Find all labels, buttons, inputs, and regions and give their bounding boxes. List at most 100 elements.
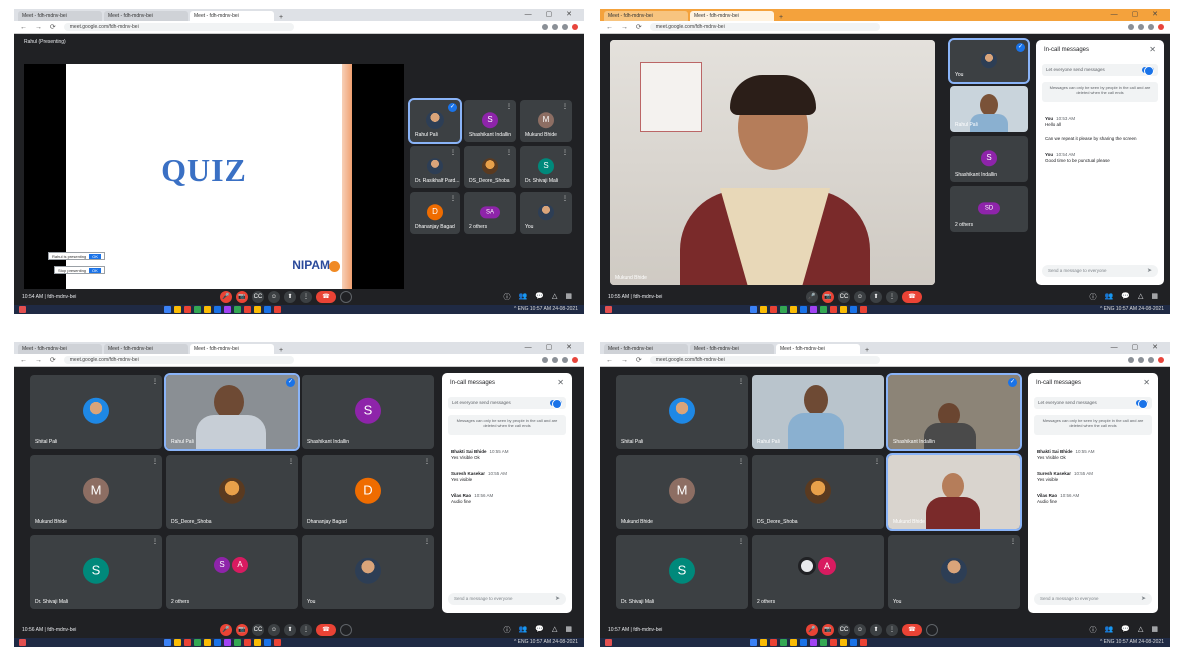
grid-icon[interactable]: ▦ — [565, 292, 572, 302]
chat-icon[interactable]: 💬 — [535, 625, 544, 635]
grid-icon[interactable]: ▦ — [1151, 292, 1158, 302]
browser-tab[interactable]: Meet - fdh-mdnv-bei — [690, 344, 774, 354]
emoji-button[interactable]: ☺ — [268, 624, 280, 636]
browser-tab[interactable]: Meet - fdh-mdnv-bei — [604, 344, 688, 354]
more-icon[interactable]: ⋮ — [562, 149, 568, 156]
mic-button[interactable]: 🎤 — [806, 291, 818, 303]
participant-tile[interactable]: M ⋮ Mukund Bhide — [616, 455, 748, 529]
new-tab-button[interactable]: + — [276, 14, 286, 21]
participant-tile[interactable]: SD 2 others — [950, 186, 1028, 232]
emoji-button[interactable]: ☺ — [854, 291, 866, 303]
pin-icon[interactable]: ✓ — [1016, 43, 1025, 52]
browser-tab-active[interactable]: Meet - fdh-mdnv-bei — [690, 11, 774, 21]
captions-button[interactable]: CC — [252, 291, 264, 303]
allow-messages-toggle[interactable] — [550, 399, 562, 409]
more-icon[interactable]: ⋮ — [506, 149, 512, 156]
browser-tab[interactable]: Meet - fdh-mdnv-bei — [18, 344, 102, 354]
allow-messages-toggle[interactable] — [1136, 399, 1148, 409]
chat-icon[interactable]: 💬 — [1121, 292, 1130, 302]
participant-tile[interactable]: ⋮ You — [888, 535, 1020, 609]
send-icon[interactable]: ➤ — [1147, 267, 1152, 274]
activities-icon[interactable]: △ — [1138, 292, 1143, 302]
end-call-button[interactable]: ☎ — [902, 291, 922, 303]
participant-tile[interactable]: S ⋮ Dr. Shivaji Mali — [616, 535, 748, 609]
pin-icon[interactable]: ✓ — [1008, 378, 1017, 387]
more-icon[interactable]: ⋮ — [152, 458, 158, 465]
participant-tile[interactable]: S ⋮ Dr. Shivaji Mali — [520, 146, 572, 188]
more-icon[interactable]: ⋮ — [562, 195, 568, 202]
url-field[interactable]: meet.google.com/fdh-mdnv-bei — [63, 23, 294, 31]
participant-tile[interactable]: S Shashikant Indallin — [950, 136, 1028, 182]
present-button[interactable]: ⬆ — [284, 624, 296, 636]
info-icon[interactable]: ⓘ — [504, 625, 511, 635]
participant-tile[interactable]: D ⋮ Dhananjay Bagad — [302, 455, 434, 529]
people-icon[interactable]: 👥 — [1105, 292, 1114, 302]
mic-button[interactable]: 🎤 — [220, 624, 232, 636]
participant-tile[interactable]: ⋮ DS_Deore_Shoba — [752, 455, 884, 529]
nav-buttons[interactable]: ← → ⟳ — [606, 23, 645, 31]
more-icon[interactable]: ⋮ — [450, 195, 456, 202]
participant-tile[interactable]: ⋮ Shital Pali — [616, 375, 748, 449]
mic-button[interactable]: 🎤 — [220, 291, 232, 303]
present-button[interactable]: ⬆ — [870, 624, 882, 636]
participant-tile[interactable]: Mukund Bhide — [886, 453, 1022, 531]
participant-tile[interactable]: Rahul Pali — [950, 86, 1028, 132]
participant-tile[interactable]: ✓ Rahul Pali — [408, 98, 462, 144]
activities-icon[interactable]: △ — [552, 292, 557, 302]
popup-button[interactable]: OK — [89, 253, 102, 259]
participant-tile[interactable]: S ⋮ Dr. Shivaji Mali — [30, 535, 162, 609]
more-icon[interactable]: ⋮ — [152, 538, 158, 545]
close-icon[interactable]: ✕ — [1143, 378, 1150, 387]
more-icon[interactable]: ⋮ — [288, 458, 294, 465]
participant-tile[interactable]: D ⋮ Dhananjay Bagad — [410, 192, 460, 234]
more-options-button[interactable]: ⋮ — [300, 624, 312, 636]
participant-tile[interactable]: S Shashikant Indallin — [302, 375, 434, 449]
grid-icon[interactable]: ▦ — [565, 625, 572, 635]
pin-icon[interactable]: ✓ — [448, 103, 457, 112]
participant-tile[interactable]: ⋮ Shital Pali — [30, 375, 162, 449]
browser-tab[interactable]: Meet - fdh-mdnv-bei — [104, 11, 188, 21]
chat-input[interactable]: Send a message to everyone ➤ — [448, 593, 566, 605]
info-icon[interactable]: ⓘ — [1090, 625, 1097, 635]
participant-tile[interactable]: ✓ You — [948, 38, 1030, 84]
start-icon[interactable] — [605, 639, 612, 646]
more-icon[interactable]: ⋮ — [424, 458, 430, 465]
more-options-button[interactable]: ⋮ — [886, 624, 898, 636]
url-field[interactable]: meet.google.com/fdh-mdnv-bei — [63, 356, 294, 364]
end-call-button[interactable]: ☎ — [316, 624, 336, 636]
browser-tab-active[interactable]: Meet - fdh-mdnv-bei — [190, 344, 274, 354]
nav-buttons[interactable]: ← → ⟳ — [20, 23, 59, 31]
browser-tab[interactable]: Meet - fdh-mdnv-bei — [18, 11, 102, 21]
nav-buttons[interactable]: ← → ⟳ — [20, 356, 59, 364]
participant-tile[interactable]: ⋮ Dr. Rasikhalf Pard... — [410, 146, 460, 188]
captions-button[interactable]: CC — [838, 291, 850, 303]
window-controls[interactable]: — ▢ ✕ — [525, 10, 578, 18]
captions-button[interactable]: CC — [838, 624, 850, 636]
more-icon[interactable]: ⋮ — [424, 538, 430, 545]
camera-button[interactable]: 📷 — [236, 291, 248, 303]
browser-tab-active[interactable]: Meet - fdh-mdnv-bei — [190, 11, 274, 21]
participant-tile[interactable]: ⋮ You — [302, 535, 434, 609]
browser-tab-active[interactable]: Meet - fdh-mdnv-bei — [776, 344, 860, 354]
window-controls[interactable]: — ▢ ✕ — [525, 343, 578, 351]
participant-tile[interactable]: S ⋮ Shashikant Indallin — [464, 100, 516, 142]
url-field[interactable]: meet.google.com/fdh-mdnv-bei — [649, 23, 880, 31]
camera-button[interactable]: 📷 — [236, 624, 248, 636]
activities-icon[interactable]: △ — [1138, 625, 1143, 635]
present-button[interactable]: ⬆ — [284, 291, 296, 303]
emoji-button[interactable]: ☺ — [854, 624, 866, 636]
participant-tile[interactable]: S A 2 others — [166, 535, 298, 609]
present-button[interactable]: ⬆ — [870, 291, 882, 303]
new-tab-button[interactable]: + — [862, 347, 872, 354]
end-call-button[interactable]: ☎ — [316, 291, 336, 303]
people-icon[interactable]: 👥 — [519, 625, 528, 635]
participant-tile[interactable]: Rahul Pali — [752, 375, 884, 449]
info-icon[interactable]: ⓘ — [1090, 292, 1097, 302]
more-icon[interactable]: ⋮ — [738, 538, 744, 545]
chat-input[interactable]: Send a message to everyone ➤ — [1042, 265, 1158, 277]
more-icon[interactable]: ⋮ — [562, 103, 568, 110]
info-icon[interactable]: ⓘ — [504, 292, 511, 302]
start-icon[interactable] — [19, 306, 26, 313]
participant-tile[interactable]: ✓ Rahul Pali — [164, 373, 300, 451]
new-tab-button[interactable]: + — [276, 347, 286, 354]
